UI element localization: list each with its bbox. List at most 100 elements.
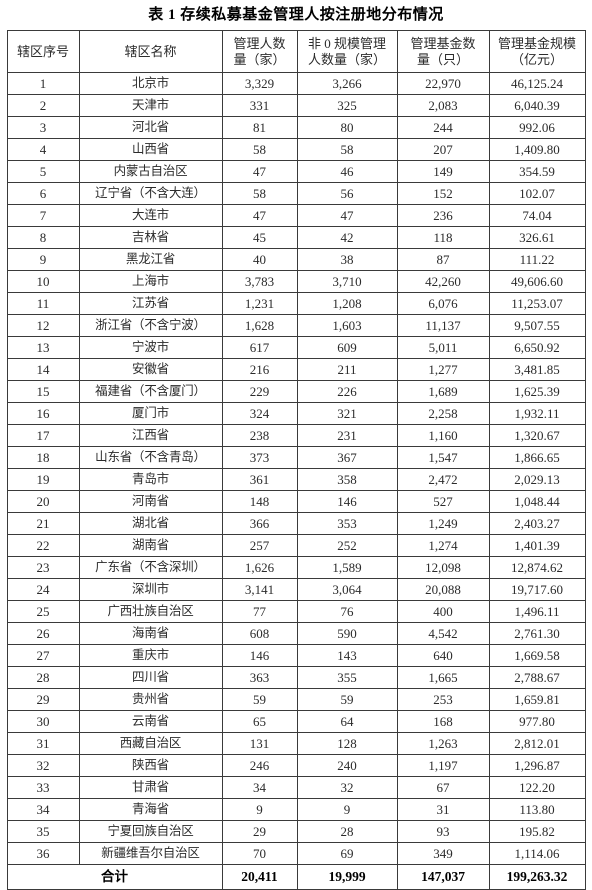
cell-index: 28 bbox=[6, 666, 80, 689]
cell-nonzero-manager-count: 38 bbox=[296, 248, 398, 271]
table-row: 35 宁夏回族自治区 29 28 93 195.82 bbox=[6, 820, 586, 843]
cell-nonzero-manager-count: 58 bbox=[296, 138, 398, 161]
cell-region-name: 浙江省（不含宁波） bbox=[78, 314, 223, 337]
cell-fund-count: 236 bbox=[396, 204, 490, 227]
page-title: 表 1 存续私募基金管理人按注册地分布情况 bbox=[148, 7, 444, 23]
cell-index: 25 bbox=[6, 600, 80, 623]
cell-manager-count: 331 bbox=[221, 94, 298, 117]
table-row: 30 云南省 65 64 168 977.80 bbox=[6, 710, 586, 733]
cell-region-name: 江西省 bbox=[78, 424, 223, 447]
cell-region-name: 云南省 bbox=[78, 710, 223, 733]
total-fund-scale: 199,263.32 bbox=[488, 864, 586, 890]
cell-manager-count: 229 bbox=[221, 380, 298, 403]
cell-manager-count: 257 bbox=[221, 534, 298, 557]
cell-nonzero-manager-count: 56 bbox=[296, 182, 398, 205]
table-row: 28 四川省 363 355 1,665 2,788.67 bbox=[6, 666, 586, 689]
header-line-1: 辖区名称 bbox=[124, 43, 177, 59]
table-row: 8 吉林省 45 42 118 326.61 bbox=[6, 226, 586, 249]
cell-index: 1 bbox=[6, 72, 80, 95]
cell-fund-scale: 1,409.80 bbox=[488, 138, 586, 161]
cell-fund-count: 1,249 bbox=[396, 512, 490, 535]
cell-nonzero-manager-count: 80 bbox=[296, 116, 398, 139]
cell-nonzero-manager-count: 69 bbox=[296, 842, 398, 865]
cell-index: 6 bbox=[6, 182, 80, 205]
cell-fund-scale: 2,029.13 bbox=[488, 468, 586, 491]
cell-manager-count: 3,783 bbox=[221, 270, 298, 293]
table-row: 27 重庆市 146 143 640 1,669.58 bbox=[6, 644, 586, 667]
cell-index: 21 bbox=[6, 512, 80, 535]
cell-nonzero-manager-count: 3,266 bbox=[296, 72, 398, 95]
cell-region-name: 大连市 bbox=[78, 204, 223, 227]
cell-region-name: 贵州省 bbox=[78, 688, 223, 711]
cell-region-name: 上海市 bbox=[78, 270, 223, 293]
cell-nonzero-manager-count: 42 bbox=[296, 226, 398, 249]
cell-nonzero-manager-count: 609 bbox=[296, 336, 398, 359]
header-line-1: 管理基金规模 bbox=[497, 35, 576, 51]
cell-manager-count: 29 bbox=[221, 820, 298, 843]
cell-fund-scale: 992.06 bbox=[488, 116, 586, 139]
table-row: 24 深圳市 3,141 3,064 20,088 19,717.60 bbox=[6, 578, 586, 601]
table-row: 1 北京市 3,329 3,266 22,970 46,125.24 bbox=[6, 72, 586, 95]
table-row: 33 甘肃省 34 32 67 122.20 bbox=[6, 776, 586, 799]
cell-manager-count: 361 bbox=[221, 468, 298, 491]
cell-fund-count: 1,160 bbox=[396, 424, 490, 447]
cell-index: 2 bbox=[6, 94, 80, 117]
cell-manager-count: 47 bbox=[221, 160, 298, 183]
cell-fund-scale: 1,932.11 bbox=[488, 402, 586, 425]
table-row: 29 贵州省 59 59 253 1,659.81 bbox=[6, 688, 586, 711]
cell-fund-scale: 102.07 bbox=[488, 182, 586, 205]
cell-region-name: 青岛市 bbox=[78, 468, 223, 491]
header-line-2: 量（家） bbox=[233, 51, 286, 67]
cell-fund-count: 1,197 bbox=[396, 754, 490, 777]
cell-region-name: 江苏省 bbox=[78, 292, 223, 315]
cell-nonzero-manager-count: 1,589 bbox=[296, 556, 398, 579]
cell-nonzero-manager-count: 367 bbox=[296, 446, 398, 469]
cell-index: 16 bbox=[6, 402, 80, 425]
column-header-fund-scale: 管理基金规模 （亿元） bbox=[488, 30, 586, 73]
cell-fund-scale: 49,606.60 bbox=[488, 270, 586, 293]
header-line-1: 辖区序号 bbox=[16, 43, 69, 59]
column-header-managers: 管理人数 量（家） bbox=[221, 30, 298, 73]
cell-fund-count: 93 bbox=[396, 820, 490, 843]
cell-fund-count: 2,083 bbox=[396, 94, 490, 117]
cell-region-name: 山东省（不含青岛） bbox=[78, 446, 223, 469]
cell-fund-scale: 11,253.07 bbox=[488, 292, 586, 315]
cell-fund-count: 244 bbox=[396, 116, 490, 139]
cell-fund-count: 6,076 bbox=[396, 292, 490, 315]
cell-region-name: 四川省 bbox=[78, 666, 223, 689]
cell-manager-count: 77 bbox=[221, 600, 298, 623]
cell-fund-scale: 1,496.11 bbox=[488, 600, 586, 623]
cell-manager-count: 238 bbox=[221, 424, 298, 447]
cell-nonzero-manager-count: 64 bbox=[296, 710, 398, 733]
cell-nonzero-manager-count: 128 bbox=[296, 732, 398, 755]
cell-index: 15 bbox=[6, 380, 80, 403]
cell-manager-count: 70 bbox=[221, 842, 298, 865]
cell-index: 31 bbox=[6, 732, 80, 755]
cell-manager-count: 58 bbox=[221, 138, 298, 161]
cell-manager-count: 59 bbox=[221, 688, 298, 711]
cell-index: 7 bbox=[6, 204, 80, 227]
cell-region-name: 山西省 bbox=[78, 138, 223, 161]
cell-manager-count: 45 bbox=[221, 226, 298, 249]
cell-index: 9 bbox=[6, 248, 80, 271]
cell-nonzero-manager-count: 1,208 bbox=[296, 292, 398, 315]
cell-fund-count: 1,689 bbox=[396, 380, 490, 403]
table-row: 17 江西省 238 231 1,160 1,320.67 bbox=[6, 424, 586, 447]
cell-fund-scale: 326.61 bbox=[488, 226, 586, 249]
cell-manager-count: 1,628 bbox=[221, 314, 298, 337]
cell-region-name: 厦门市 bbox=[78, 402, 223, 425]
table-row: 20 河南省 148 146 527 1,048.44 bbox=[6, 490, 586, 513]
cell-region-name: 甘肃省 bbox=[78, 776, 223, 799]
table-row: 26 海南省 608 590 4,542 2,761.30 bbox=[6, 622, 586, 645]
cell-fund-scale: 1,401.39 bbox=[488, 534, 586, 557]
cell-index: 35 bbox=[6, 820, 80, 843]
cell-fund-count: 527 bbox=[396, 490, 490, 513]
cell-fund-count: 31 bbox=[396, 798, 490, 821]
cell-nonzero-manager-count: 59 bbox=[296, 688, 398, 711]
cell-fund-scale: 2,788.67 bbox=[488, 666, 586, 689]
cell-region-name: 宁波市 bbox=[78, 336, 223, 359]
cell-fund-scale: 9,507.55 bbox=[488, 314, 586, 337]
cell-nonzero-manager-count: 355 bbox=[296, 666, 398, 689]
cell-index: 30 bbox=[6, 710, 80, 733]
total-row: 合计 20,411 19,999 147,037 199,263.32 bbox=[6, 864, 586, 890]
